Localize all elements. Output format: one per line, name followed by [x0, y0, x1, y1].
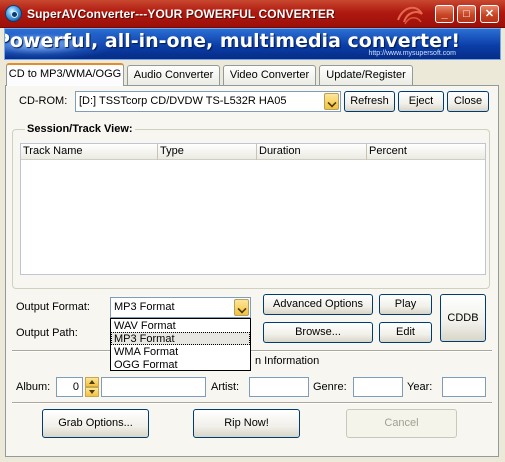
edit-button[interactable]: Edit	[379, 322, 432, 343]
play-button[interactable]: Play	[379, 294, 432, 315]
grab-options-button[interactable]: Grab Options...	[42, 409, 149, 438]
genre-label: Genre:	[313, 381, 347, 393]
maximize-button[interactable]: □	[457, 5, 476, 23]
artist-input[interactable]	[249, 377, 309, 397]
year-input[interactable]	[442, 377, 486, 397]
session-title: Session/Track View:	[25, 123, 135, 135]
column-duration[interactable]: Duration	[257, 144, 367, 160]
browse-button[interactable]: Browse...	[263, 322, 373, 343]
tab-audio-converter[interactable]: Audio Converter	[127, 65, 220, 85]
stepper-up-icon[interactable]	[85, 377, 99, 387]
genre-input[interactable]	[353, 377, 403, 397]
option-wav[interactable]: WAV Format	[111, 319, 250, 332]
rip-now-button[interactable]: Rip Now!	[193, 409, 300, 438]
option-mp3[interactable]: MP3 Format	[111, 332, 250, 345]
cdrom-label: CD-ROM:	[19, 95, 68, 107]
tab-cd-to-mp3[interactable]: CD to MP3/WMA/OGG	[6, 63, 124, 86]
stepper-down-icon[interactable]	[85, 387, 99, 397]
album-number-stepper[interactable]	[85, 377, 99, 397]
cdrom-selected-value: [D:] TSSTcorp CD/DVDW TS-L532R HA05	[79, 95, 287, 107]
info-separator	[12, 350, 492, 352]
output-format-select[interactable]: MP3 Format	[110, 297, 251, 318]
chevron-down-icon[interactable]	[234, 299, 249, 316]
actions-separator	[12, 402, 492, 404]
option-ogg[interactable]: OGG Format	[111, 358, 250, 371]
output-format-dropdown[interactable]: WAV Format MP3 Format WMA Format OGG For…	[110, 318, 251, 371]
year-label: Year:	[407, 381, 433, 393]
window-title: SuperAVConverter---YOUR POWERFUL CONVERT…	[27, 7, 335, 21]
eject-button[interactable]: Eject	[398, 91, 444, 112]
cdrom-select[interactable]: [D:] TSSTcorp CD/DVDW TS-L532R HA05	[75, 91, 341, 112]
minimize-button[interactable]: _	[435, 5, 454, 23]
option-wma[interactable]: WMA Format	[111, 345, 250, 358]
column-type[interactable]: Type	[158, 144, 257, 160]
album-label: Album:	[16, 381, 51, 393]
column-percent[interactable]: Percent	[367, 144, 485, 160]
cddb-button[interactable]: CDDB	[440, 294, 486, 342]
info-section-title: n Information	[253, 355, 322, 367]
title-bar[interactable]: SuperAVConverter---YOUR POWERFUL CONVERT…	[0, 0, 505, 28]
banner-headline: Powerful, all-in-one, multimedia convert…	[4, 30, 460, 52]
refresh-button[interactable]: Refresh	[344, 91, 395, 112]
album-number-input[interactable]: 0	[56, 377, 83, 397]
output-format-value: MP3 Format	[114, 301, 175, 313]
track-list-header: Track Name Type Duration Percent	[21, 144, 485, 160]
advanced-options-button[interactable]: Advanced Options	[263, 294, 373, 315]
banner-url: http://www.mysupersoft.com	[368, 50, 456, 57]
track-list[interactable]: Track Name Type Duration Percent	[20, 143, 486, 275]
cancel-button[interactable]: Cancel	[346, 409, 457, 438]
artist-label: Artist:	[211, 381, 240, 393]
tab-video-converter[interactable]: Video Converter	[223, 65, 316, 85]
tab-update-register[interactable]: Update/Register	[319, 65, 413, 85]
app-disc-icon	[5, 5, 22, 22]
swirl-decoration-icon	[397, 6, 423, 25]
album-name-input[interactable]	[101, 377, 206, 397]
close-window-button[interactable]: ✕	[480, 5, 499, 23]
output-path-label: Output Path:	[16, 327, 78, 339]
chevron-down-icon[interactable]	[324, 93, 339, 110]
header-banner: Powerful, all-in-one, multimedia convert…	[4, 28, 501, 60]
output-format-label: Output Format:	[16, 301, 90, 313]
column-track-name[interactable]: Track Name	[21, 144, 158, 160]
close-tray-button[interactable]: Close	[447, 91, 489, 112]
